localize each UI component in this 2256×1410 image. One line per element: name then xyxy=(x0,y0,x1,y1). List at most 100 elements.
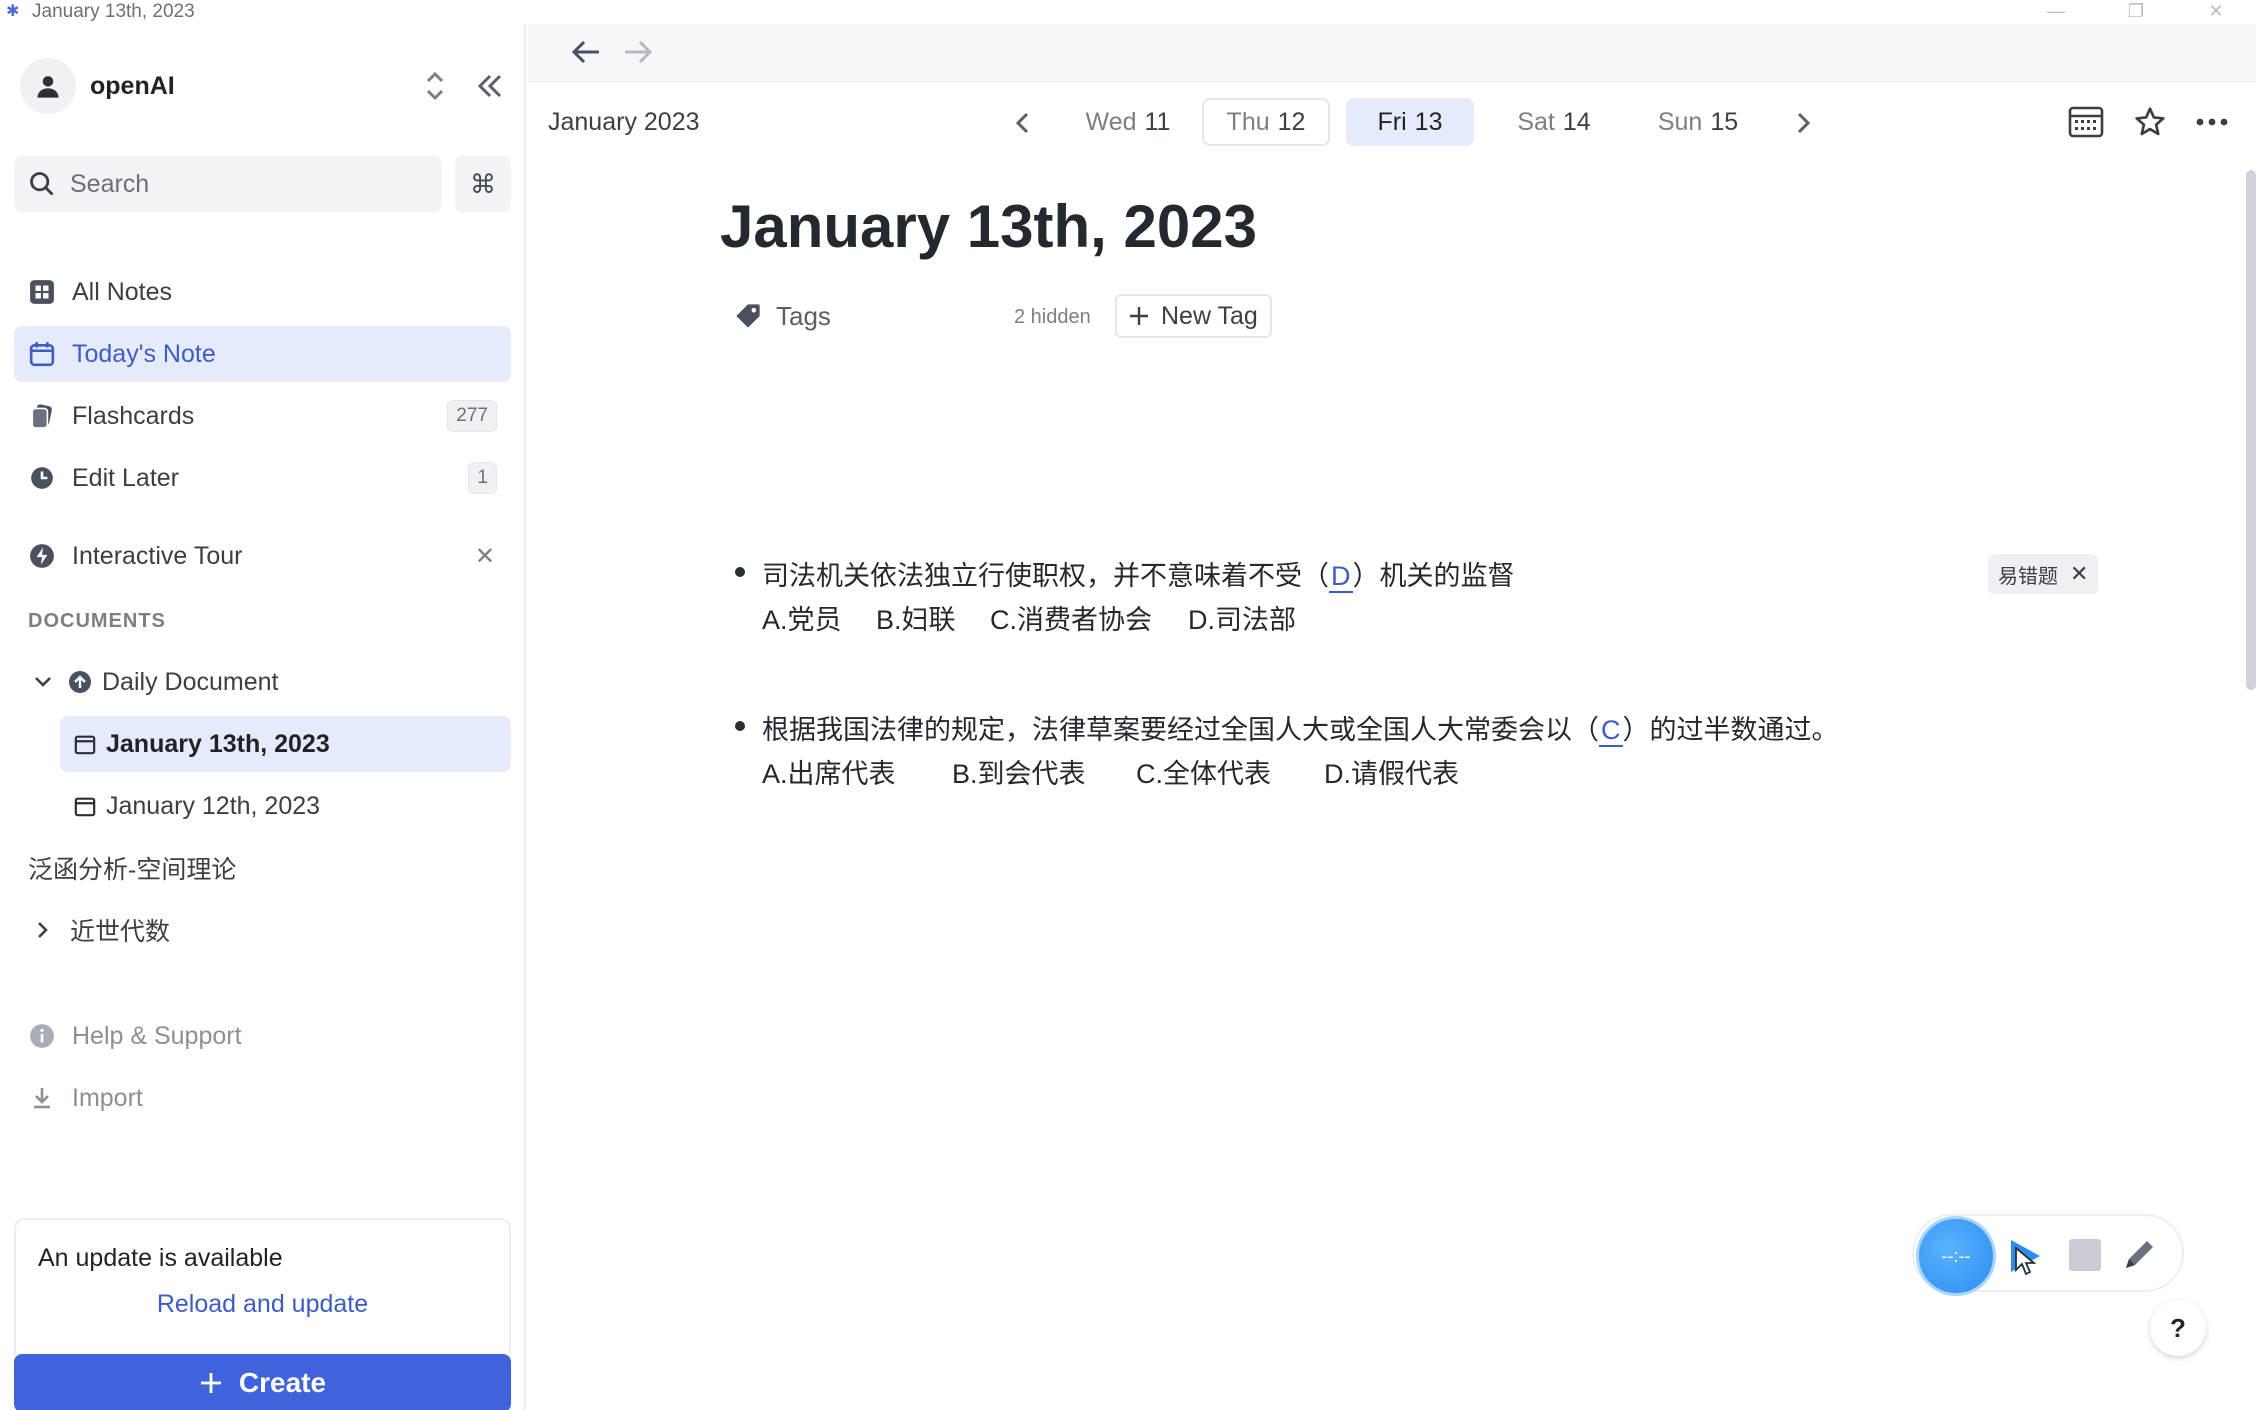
command-palette-button[interactable]: ⌘ xyxy=(455,156,511,212)
workspace-header[interactable]: openAI xyxy=(20,58,510,114)
sidebar-item-todays-note[interactable]: Today's Note xyxy=(14,326,511,382)
sidebar-item-help-support[interactable]: Help & Support xyxy=(14,1008,511,1064)
sidebar-item-import[interactable]: Import xyxy=(14,1070,511,1126)
page-title[interactable]: January 13th, 2023 xyxy=(720,192,1257,261)
collapse-sidebar-icon[interactable] xyxy=(472,68,508,104)
arrow-right-icon xyxy=(625,40,653,64)
sidebar-item-interactive-tour[interactable]: Interactive Tour ✕ xyxy=(14,528,511,584)
sidebar-item-all-notes[interactable]: All Notes xyxy=(14,264,511,320)
documents-section-label: DOCUMENTS xyxy=(28,610,166,632)
cursor-arrow-icon xyxy=(2015,1246,2036,1276)
calendar-view-button[interactable] xyxy=(2066,102,2106,142)
sidebar-item-label: Help & Support xyxy=(72,1021,242,1050)
sidebar-item-label: Flashcards xyxy=(72,401,195,430)
calendar-grid-icon xyxy=(2068,106,2104,138)
day-of-week: Sun xyxy=(1657,107,1703,136)
sidebar-item-label: Import xyxy=(72,1083,143,1112)
bullet-dot xyxy=(735,567,745,577)
tree-item-label: 近世代数 xyxy=(70,918,171,946)
day-number: 12 xyxy=(1277,107,1306,136)
flashcards-icon xyxy=(28,402,56,430)
option-a: A.党员 xyxy=(762,605,842,635)
back-button[interactable] xyxy=(566,34,606,70)
favorite-button[interactable] xyxy=(2130,102,2170,142)
day-number: 15 xyxy=(1710,107,1739,136)
question-prefix: 根据我国法律的规定，法律草案要经过全国人大或全国人大常委会以（ xyxy=(762,715,1599,745)
day-of-week: Thu xyxy=(1226,107,1270,136)
star-icon xyxy=(2135,107,2165,136)
option-c: C.全体代表 xyxy=(1136,759,1271,789)
tree-item-daily-document[interactable]: Daily Document xyxy=(14,654,511,710)
avatar[interactable] xyxy=(20,58,76,114)
tree-item-label: Daily Document xyxy=(102,667,279,696)
workspace-switch-icon[interactable] xyxy=(420,66,450,106)
sidebar-item-label: All Notes xyxy=(72,277,173,306)
option-a: A.出席代表 xyxy=(762,759,896,789)
close-window-icon[interactable]: ✕ xyxy=(2176,0,2256,22)
tag-chip-label: 易错题 xyxy=(1998,565,2058,588)
day-chip-thu-12[interactable]: Thu 12 xyxy=(1202,98,1330,146)
grid-icon xyxy=(28,278,56,306)
sidebar-item-label: Edit Later xyxy=(72,463,180,492)
search-input[interactable] xyxy=(70,169,410,199)
app-logo-icon: ✱ xyxy=(6,3,20,20)
calendar-icon xyxy=(74,797,96,817)
day-chip-fri-13[interactable]: Fri 13 xyxy=(1346,98,1474,146)
restore-icon[interactable]: ❐ xyxy=(2096,0,2176,22)
lightning-icon xyxy=(28,542,56,570)
tree-item-functional-analysis[interactable]: 泛函分析-空间理论 xyxy=(14,840,511,896)
close-icon[interactable]: ✕ xyxy=(475,542,495,571)
tree-item-label: January 13th, 2023 xyxy=(106,729,330,758)
more-horizontal-icon xyxy=(2196,118,2228,126)
forward-button[interactable] xyxy=(618,34,658,70)
tree-item-modern-algebra[interactable]: 近世代数 xyxy=(14,902,511,958)
question-1-options[interactable]: A.党员 B.妇联 C.消费者协会 D.司法部 xyxy=(762,598,1296,637)
minimize-icon[interactable]: — xyxy=(2016,0,2096,22)
help-button[interactable]: ? xyxy=(2150,1300,2206,1356)
sidebar-item-label: Today's Note xyxy=(72,339,216,368)
question-1-text[interactable]: 司法机关依法独立行使职权，并不意味着不受（D）机关的监督 xyxy=(762,554,1515,593)
option-b: B.到会代表 xyxy=(952,759,1086,789)
search-box[interactable] xyxy=(14,156,442,212)
tree-item-jan-13[interactable]: January 13th, 2023 xyxy=(60,716,511,772)
month-label: January 2023 xyxy=(548,108,700,136)
day-of-week: Fri xyxy=(1377,107,1407,136)
sidebar: openAI ⌘ All Notes Today's Note Flashcar… xyxy=(0,24,526,1410)
chevron-down-icon[interactable] xyxy=(32,671,54,693)
plus-icon xyxy=(200,1373,221,1393)
stop-icon[interactable] xyxy=(2068,1238,2102,1272)
question-2-options[interactable]: A.出席代表 B.到会代表 C.全体代表 D.请假代表 xyxy=(762,752,1459,791)
question-suffix: ）机关的监督 xyxy=(1352,561,1515,591)
create-label: Create xyxy=(238,1367,327,1398)
new-tag-button[interactable]: New Tag xyxy=(1115,294,1272,338)
question-2-text[interactable]: 根据我国法律的规定，法律草案要经过全国人大或全国人大常委会以（C）的过半数通过。 xyxy=(762,708,1839,747)
sidebar-item-edit-later[interactable]: Edit Later 1 xyxy=(14,450,511,506)
day-chip-wed-11[interactable]: Wed 11 xyxy=(1064,98,1192,146)
day-chip-sat-14[interactable]: Sat 14 xyxy=(1490,98,1618,146)
bullet-dot xyxy=(735,721,745,731)
recorder-timer[interactable]: --:-- xyxy=(1916,1216,1996,1296)
option-d: D.司法部 xyxy=(1188,605,1296,635)
prev-week-chevron-icon[interactable] xyxy=(1012,110,1034,136)
scrollbar[interactable] xyxy=(2246,170,2256,690)
hidden-tags-count[interactable]: 2 hidden xyxy=(1014,306,1091,329)
option-c: C.消费者协会 xyxy=(990,605,1152,635)
chevron-right-icon[interactable] xyxy=(32,919,54,941)
window-controls: — ❐ ✕ xyxy=(2016,0,2256,22)
reload-update-link[interactable]: Reload and update xyxy=(16,1290,509,1319)
remove-tag-icon[interactable]: ✕ xyxy=(2070,561,2088,587)
sidebar-item-flashcards[interactable]: Flashcards 277 xyxy=(14,388,511,444)
question-prefix: 司法机关依法独立行使职权，并不意味着不受（ xyxy=(762,561,1329,591)
recorder-widget: --:-- xyxy=(1912,1214,2184,1296)
question-tag-chip[interactable]: 易错题 ✕ xyxy=(1988,554,2099,594)
update-notice: An update is available Reload and update xyxy=(14,1218,511,1364)
create-button[interactable]: Create xyxy=(14,1354,511,1410)
question-answer[interactable]: D xyxy=(1329,561,1353,593)
more-options-button[interactable] xyxy=(2192,102,2232,142)
tags-label: Tags xyxy=(776,300,831,331)
next-week-chevron-icon[interactable] xyxy=(1792,110,1814,136)
pen-icon[interactable] xyxy=(2120,1236,2158,1274)
tree-item-jan-12[interactable]: January 12th, 2023 xyxy=(60,778,511,834)
day-chip-sun-15[interactable]: Sun 15 xyxy=(1634,98,1762,146)
question-answer[interactable]: C xyxy=(1599,715,1623,747)
